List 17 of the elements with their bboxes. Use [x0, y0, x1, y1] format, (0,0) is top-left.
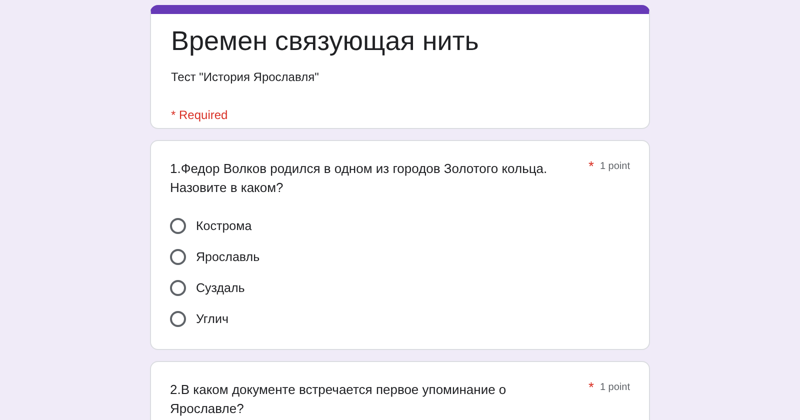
- radio-button[interactable]: [170, 249, 186, 265]
- question-text: 1.Федор Волков родился в одном из городов Золотого кольца. Назовите в каком?: [170, 160, 548, 197]
- radio-button[interactable]: [170, 311, 186, 327]
- required-asterisk: *: [588, 380, 594, 394]
- option-label: Ярославль: [196, 249, 260, 266]
- points-label: 1 point: [600, 381, 630, 395]
- required-note: * Required: [171, 108, 228, 122]
- form-description: Тест "История Ярославля": [171, 70, 319, 84]
- option-label: Суздаль: [196, 280, 245, 297]
- radio-button[interactable]: [170, 280, 186, 296]
- question-text: 2.В каком документе встречается первое упоминание о Ярославле?: [170, 381, 508, 418]
- radio-button[interactable]: [170, 218, 186, 234]
- option-label: Кострома: [196, 218, 252, 235]
- points-label: 1 point: [600, 160, 630, 174]
- form-title: Времен связующая нить: [171, 25, 479, 58]
- required-asterisk: *: [588, 159, 594, 173]
- option-label: Углич: [196, 311, 228, 328]
